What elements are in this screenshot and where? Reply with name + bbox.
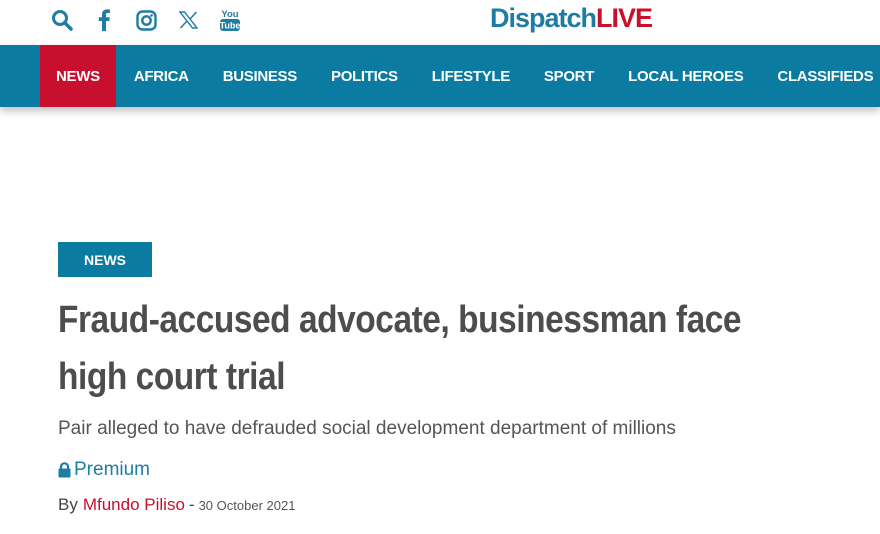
logo-dispatch: Dispatch <box>490 3 597 33</box>
logo-live: LIVE <box>596 3 653 33</box>
nav-item-africa[interactable]: AFRICA <box>116 45 205 107</box>
top-bar: You Tube DispatchLIVE <box>0 0 880 45</box>
nav-item-classifieds[interactable]: CLASSIFIEDS <box>759 45 880 107</box>
premium-label: Premium <box>74 459 151 480</box>
nav-item-politics[interactable]: POLITICS <box>313 45 414 107</box>
search-icon[interactable] <box>50 6 74 34</box>
x-icon[interactable] <box>176 6 200 34</box>
byline-by: By <box>58 495 78 514</box>
nav-item-sport[interactable]: SPORT <box>526 45 610 107</box>
nav-item-business[interactable]: BUSINESS <box>205 45 313 107</box>
article-headline: Fraud-accused advocate, businessman face… <box>58 299 742 398</box>
publish-date: 30 October 2021 <box>198 498 296 513</box>
nav-item-local-heroes[interactable]: LOCAL HEROES <box>610 45 759 107</box>
nav-list: NEWS AFRICA BUSINESS POLITICS LIFESTYLE SPORT… <box>40 45 880 107</box>
nav-item-news[interactable]: NEWS <box>40 45 116 107</box>
premium-badge[interactable]: Premium <box>58 459 150 481</box>
section-tag[interactable]: NEWS <box>58 242 152 277</box>
byline: By Mfundo Piliso - 30 October 2021 <box>58 495 295 515</box>
article-standfirst: Pair alleged to have defrauded social de… <box>58 418 676 439</box>
youtube-text-bottom: Tube <box>220 21 241 31</box>
lock-icon <box>58 462 71 478</box>
site-logo[interactable]: DispatchLIVE <box>490 3 653 34</box>
byline-dash: - <box>188 495 195 514</box>
youtube-text-top: You <box>221 9 238 20</box>
social-links: You Tube <box>50 6 260 34</box>
facebook-icon[interactable] <box>92 6 116 34</box>
youtube-icon[interactable]: You Tube <box>218 6 242 34</box>
instagram-icon[interactable] <box>134 6 158 34</box>
main-nav: NEWS AFRICA BUSINESS POLITICS LIFESTYLE SPORT… <box>0 45 880 107</box>
nav-item-lifestyle[interactable]: LIFESTYLE <box>414 45 526 107</box>
author-link[interactable]: Mfundo Piliso <box>83 495 185 515</box>
